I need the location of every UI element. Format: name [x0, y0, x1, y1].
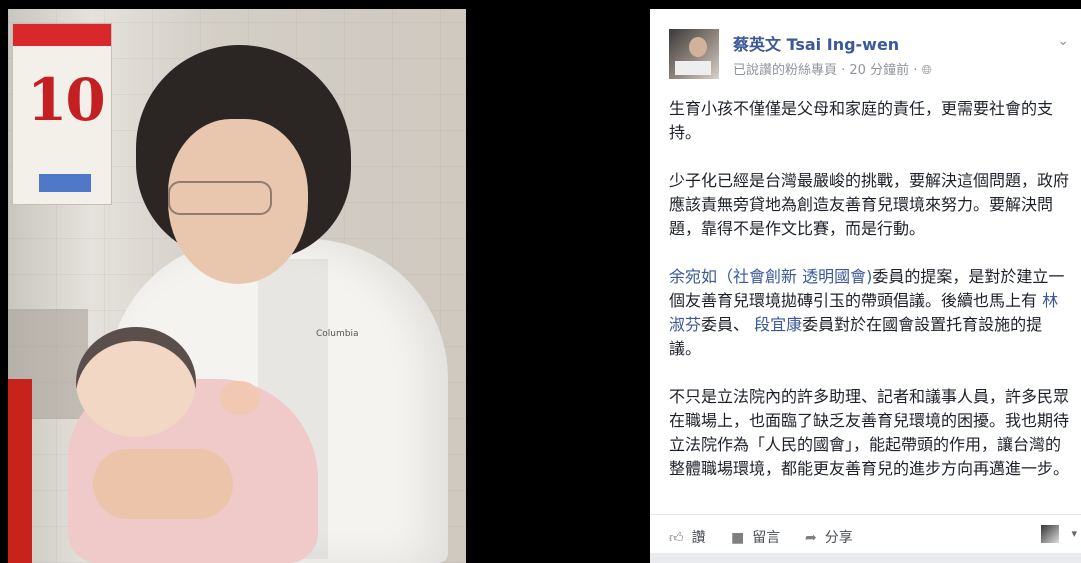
paragraph-2: 少子化已經是台灣最嚴峻的挑戰，要解決這個問題，政府應該責無旁貸地為創造友善育兒環… — [669, 171, 1070, 238]
post-body: 生育小孩不僅僅是父母和家庭的責任，更需要社會的支持。 少子化已經是台灣最嚴峻的挑… — [669, 97, 1074, 505]
globe-icon: 🌐︎ — [921, 63, 932, 78]
avatar-paper — [675, 61, 711, 75]
calendar-header — [13, 24, 111, 46]
author-avatar[interactable] — [669, 29, 719, 79]
red-cloth — [8, 379, 32, 563]
holding-arm — [93, 449, 233, 519]
post-actions: 👍︎ 讚 ■ 留言 ➦ 分享 ▾ — [669, 525, 1081, 549]
viewer-avatar[interactable] — [1041, 525, 1059, 543]
baby-hand — [220, 381, 260, 415]
post-photo[interactable]: 10 Columbia — [8, 9, 466, 563]
jacket-logo: Columbia — [316, 329, 359, 339]
actions-divider — [650, 514, 1081, 515]
comment-label: 留言 — [752, 530, 781, 546]
bottom-band — [650, 553, 1081, 563]
wall-calendar: 10 — [12, 23, 112, 205]
avatar-face — [689, 37, 707, 57]
glasses — [168, 181, 272, 215]
like-label: 讚 — [691, 530, 706, 546]
post-header: 蔡英文 Tsai Ing-wen 已說讚的粉絲專頁 · 20 分鐘前 · 🌐︎ … — [669, 29, 1081, 79]
like-button[interactable]: 👍︎ 讚 — [669, 527, 706, 547]
mention-link-3[interactable]: 段宜康 — [754, 315, 802, 334]
post-meta-text: 已說讚的粉絲專頁 · 20 分鐘前 · — [733, 63, 918, 78]
baby-head — [76, 327, 196, 437]
thumbs-up-icon: 👍︎ — [669, 530, 684, 546]
comment-icon: ■ — [731, 530, 745, 546]
post-meta: 已說讚的粉絲專頁 · 20 分鐘前 · 🌐︎ — [733, 59, 932, 78]
author-name[interactable]: 蔡英文 Tsai Ing-wen — [733, 31, 899, 55]
mention-link-1[interactable]: 余宛如（社會創新 透明國會) — [669, 267, 872, 286]
paragraph-3-text-2: 委員、 — [701, 315, 755, 334]
calendar-number: 10 — [27, 66, 106, 134]
caret-down-icon[interactable]: ▾ — [1071, 527, 1077, 540]
share-label: 分享 — [824, 530, 853, 546]
share-button[interactable]: ➦ 分享 — [805, 527, 853, 547]
chevron-down-icon[interactable]: ⌄ — [1057, 33, 1069, 49]
paragraph-1: 生育小孩不僅僅是父母和家庭的責任，更需要社會的支持。 — [669, 99, 1054, 142]
paragraph-3: 余宛如（社會創新 透明國會)委員的提案，是對於建立一個友善育兒環境拋磚引玉的帶頭… — [669, 265, 1074, 361]
calendar-strip — [39, 174, 91, 192]
comment-button[interactable]: ■ 留言 — [731, 527, 780, 547]
share-arrow-icon: ➦ — [805, 530, 817, 546]
paragraph-4: 不只是立法院內的許多助理、記者和議事人員，許多民眾在職場上，也面臨了缺乏友善育兒… — [669, 387, 1070, 478]
post-panel: 蔡英文 Tsai Ing-wen 已說讚的粉絲專頁 · 20 分鐘前 · 🌐︎ … — [650, 9, 1081, 563]
